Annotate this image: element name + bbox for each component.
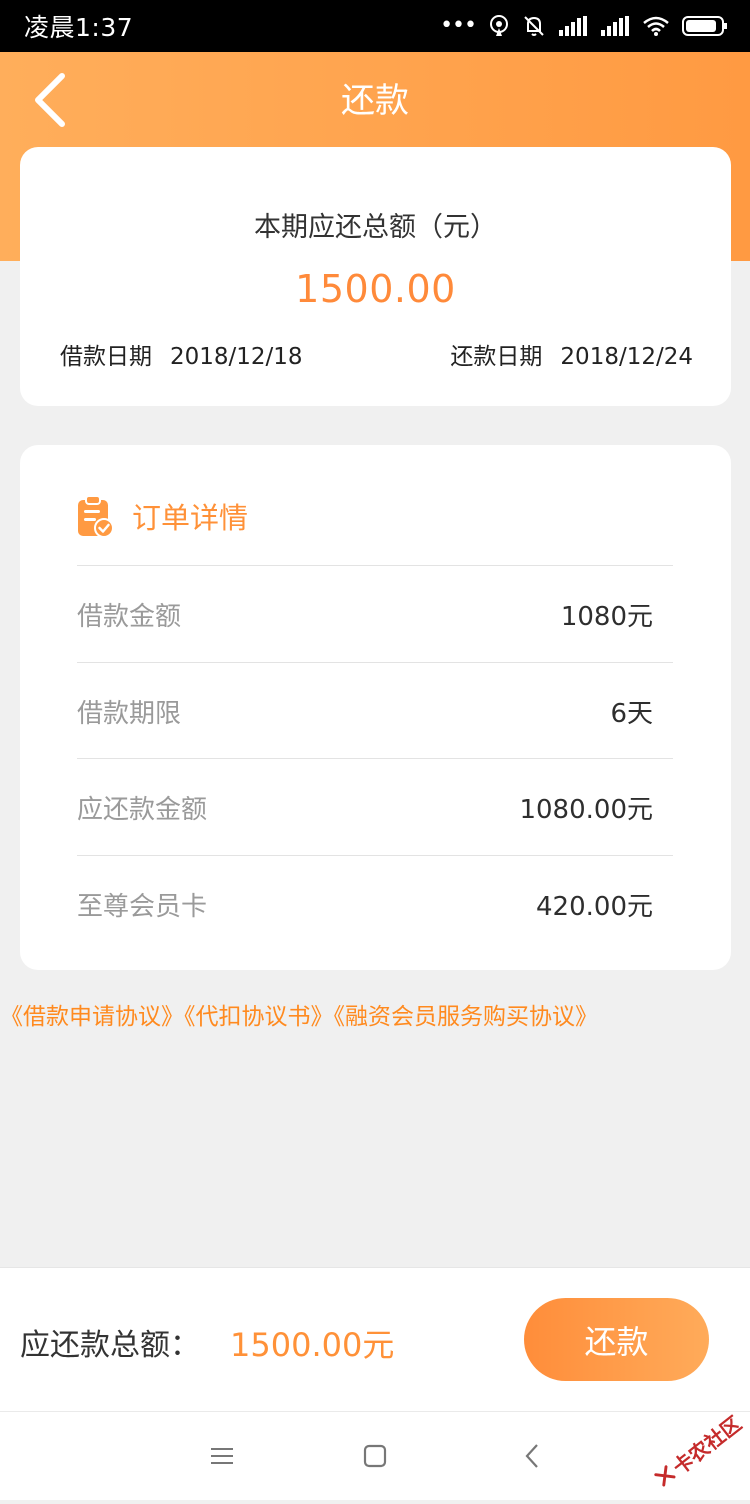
membership-purchase-agreement-link[interactable]: 《融资会员服务购买协议》 — [334, 1004, 599, 1030]
summary-card: 本期应还总额（元） 1500.00 借款日期 2018/12/18 还款日期 201… — [20, 147, 731, 406]
hotspot-icon — [490, 15, 508, 36]
agreement-links: 《借款申请协议》《代扣协议书》《融资会员服务购买协议》 — [0, 997, 750, 1031]
wifi-icon — [643, 16, 669, 36]
home-button[interactable] — [357, 1438, 393, 1474]
signal-icon-2 — [601, 16, 629, 36]
mute-bell-icon — [524, 16, 544, 36]
order-detail-title: 订单详情 — [132, 501, 249, 535]
withholding-agreement-link[interactable]: 《代扣协议书》 — [184, 1004, 334, 1030]
total-amount: 1500.00元 — [230, 1326, 395, 1364]
detail-row-label: 应还款金额 — [77, 794, 208, 825]
summary-amount: 1500.00 — [295, 267, 456, 311]
battery-icon — [682, 16, 727, 36]
repay-date: 还款日期 2018/12/24 — [450, 337, 693, 371]
detail-row-label: 借款金额 — [77, 601, 182, 632]
detail-row-repay-amount: 应还款金额 1080.00元 — [77, 758, 673, 855]
menu-button[interactable] — [204, 1438, 240, 1474]
status-time: 凌晨1:37 — [24, 13, 134, 42]
detail-row-label: 至尊会员卡 — [77, 891, 208, 922]
borrow-date-label: 借款日期 — [60, 344, 152, 370]
page-title: 还款 — [341, 81, 409, 121]
menu-icon — [211, 1448, 233, 1464]
bottom-repay-bar: 应还款总额： 1500.00元 还款 — [0, 1267, 750, 1411]
signal-icon — [559, 16, 587, 36]
detail-row-value: 6天 — [610, 698, 653, 729]
borrow-date-value: 2018/12/18 — [170, 344, 303, 370]
order-detail-card: 订单详情 借款金额 1080元 借款期限 6天 应还款金额 1080.00元 至… — [20, 445, 731, 970]
total-label: 应还款总额： — [20, 1328, 200, 1363]
detail-row-value: 1080元 — [560, 601, 653, 632]
home-square-icon — [363, 1444, 387, 1468]
detail-row-loan-amount: 借款金额 1080元 — [77, 565, 673, 662]
loan-application-agreement-link[interactable]: 《借款申请协议》 — [0, 1004, 184, 1030]
order-clipboard-icon — [78, 495, 114, 538]
summary-label: 本期应还总额（元） — [254, 212, 497, 243]
detail-row-vip-card: 至尊会员卡 420.00元 — [77, 855, 673, 952]
repay-button[interactable]: 还款 — [524, 1298, 709, 1381]
back-nav-button[interactable] — [514, 1438, 550, 1474]
detail-row-loan-term: 借款期限 6天 — [77, 662, 673, 759]
repay-date-value: 2018/12/24 — [560, 344, 693, 370]
status-bar: 凌晨1:37 ••• — [0, 0, 750, 52]
borrow-date: 借款日期 2018/12/18 — [60, 337, 303, 371]
detail-row-label: 借款期限 — [77, 698, 182, 729]
back-nav-icon — [525, 1444, 538, 1468]
detail-row-value: 1080.00元 — [519, 794, 653, 825]
status-icons: ••• — [440, 14, 728, 38]
more-notifications-icon: ••• — [440, 13, 477, 38]
detail-row-value: 420.00元 — [536, 891, 653, 922]
repay-date-label: 还款日期 — [450, 344, 543, 370]
system-nav-bar — [0, 1411, 750, 1500]
order-detail-header: 订单详情 — [76, 493, 248, 539]
